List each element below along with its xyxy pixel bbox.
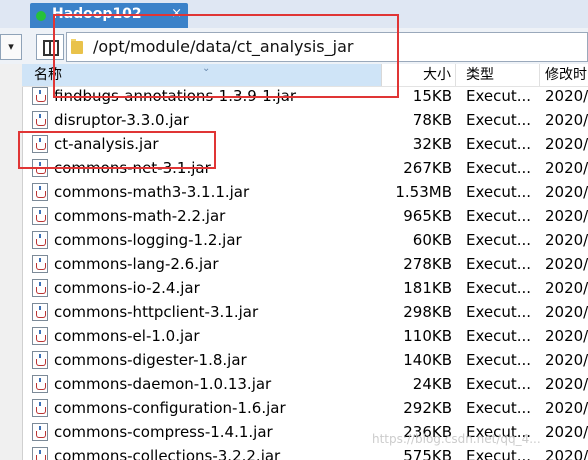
left-scrollbar[interactable] [0, 64, 23, 460]
file-modified: 2020/ [545, 399, 588, 417]
java-jar-icon [32, 447, 48, 460]
java-jar-icon [32, 375, 48, 393]
file-type: Execut... [466, 399, 532, 417]
file-modified: 2020/ [545, 327, 588, 345]
file-name: commons-httpclient-3.1.jar [54, 303, 259, 321]
file-row[interactable]: commons-daemon-1.0.13.jar 24KB Execut... 20… [22, 372, 588, 396]
file-modified: 2020/ [545, 375, 588, 393]
file-size: 575KB [403, 447, 452, 460]
file-type: Execut... [466, 207, 532, 225]
highlight-ct-analysis-box [18, 131, 216, 169]
dropdown-arrow-icon[interactable]: ▾ [0, 34, 22, 60]
file-type: Execut... [466, 351, 532, 369]
file-name: commons-lang-2.6.jar [54, 255, 219, 273]
file-name: commons-logging-1.2.jar [54, 231, 242, 249]
java-jar-icon [32, 303, 48, 321]
file-name: commons-math3-3.1.1.jar [54, 183, 250, 201]
file-name: commons-math-2.2.jar [54, 207, 226, 225]
java-jar-icon [32, 207, 48, 225]
java-jar-icon [32, 87, 48, 105]
file-name: commons-el-1.0.jar [54, 327, 200, 345]
file-modified: 2020/ [545, 111, 588, 129]
file-row[interactable]: commons-el-1.0.jar 110KB Execut... 2020/ [22, 324, 588, 348]
file-type: Execut... [466, 447, 532, 460]
column-header-modified[interactable]: 修改时 [540, 64, 588, 86]
java-jar-icon [32, 279, 48, 297]
connected-status-icon [36, 11, 46, 21]
file-type: Execut... [466, 375, 532, 393]
file-type: Execut... [466, 327, 532, 345]
file-name: commons-configuration-1.6.jar [54, 399, 286, 417]
file-modified: 2020/ [545, 351, 588, 369]
file-row[interactable]: commons-io-2.4.jar 181KB Execut... 2020/ [22, 276, 588, 300]
file-size: 32KB [412, 135, 452, 153]
file-size: 24KB [412, 375, 452, 393]
file-size: 110KB [403, 327, 452, 345]
file-row[interactable]: commons-lang-2.6.jar 278KB Execut... 2020/ [22, 252, 588, 276]
file-name: commons-io-2.4.jar [54, 279, 200, 297]
file-row[interactable]: commons-configuration-1.6.jar 292KB Execut… [22, 396, 588, 420]
file-size: 60KB [412, 231, 452, 249]
file-type: Execut... [466, 231, 532, 249]
file-type: Execut... [466, 279, 532, 297]
file-size: 292KB [403, 399, 452, 417]
file-name: commons-daemon-1.0.13.jar [54, 375, 272, 393]
file-row[interactable]: commons-digester-1.8.jar 140KB Execut... 20… [22, 348, 588, 372]
file-modified: 2020/ [545, 207, 588, 225]
file-size: 267KB [403, 159, 452, 177]
java-jar-icon [32, 231, 48, 249]
file-modified: 2020/ [545, 255, 588, 273]
java-jar-icon [32, 327, 48, 345]
file-size: 278KB [403, 255, 452, 273]
file-row[interactable]: commons-logging-1.2.jar 60KB Execut... 2020… [22, 228, 588, 252]
file-row[interactable]: disruptor-3.3.0.jar 78KB Execut... 2020/ [22, 108, 588, 132]
file-type: Execut... [466, 255, 532, 273]
file-modified: 2020/ [545, 87, 588, 105]
java-jar-icon [32, 399, 48, 417]
file-size: 298KB [403, 303, 452, 321]
file-type: Execut... [466, 135, 532, 153]
file-name: commons-collections-3.2.2.jar [54, 447, 281, 460]
left-panel-edge [0, 64, 23, 460]
highlight-path-box [53, 14, 399, 98]
file-modified: 2020/ [545, 303, 588, 321]
java-jar-icon [32, 351, 48, 369]
file-row[interactable]: commons-collections-3.2.2.jar 575KB Execut… [22, 444, 588, 460]
file-size: 1.53MB [395, 183, 452, 201]
file-modified: 2020/ [545, 423, 588, 441]
file-modified: 2020/ [545, 159, 588, 177]
file-modified: 2020/ [545, 447, 588, 460]
file-row[interactable]: commons-httpclient-3.1.jar 298KB Execut...… [22, 300, 588, 324]
column-header-type[interactable]: 类型 [456, 64, 540, 86]
file-type: Execut... [466, 183, 532, 201]
file-name: commons-compress-1.4.1.jar [54, 423, 273, 441]
java-jar-icon [32, 255, 48, 273]
file-type: Execut... [466, 111, 532, 129]
file-size: 140KB [403, 351, 452, 369]
file-size: 181KB [403, 279, 452, 297]
file-size: 965KB [403, 207, 452, 225]
java-jar-icon [32, 423, 48, 441]
file-type: Execut... [466, 87, 532, 105]
java-jar-icon [32, 183, 48, 201]
file-modified: 2020/ [545, 231, 588, 249]
watermark: https://blog.csdn.net/qq_4... [372, 432, 541, 446]
file-modified: 2020/ [545, 183, 588, 201]
file-type: Execut... [466, 303, 532, 321]
file-name: disruptor-3.3.0.jar [54, 111, 189, 129]
file-modified: 2020/ [545, 279, 588, 297]
java-jar-icon [32, 111, 48, 129]
file-row[interactable]: commons-math3-3.1.1.jar 1.53MB Execut... 20… [22, 180, 588, 204]
file-type: Execut... [466, 159, 532, 177]
file-modified: 2020/ [545, 135, 588, 153]
file-name: commons-digester-1.8.jar [54, 351, 247, 369]
file-row[interactable]: commons-math-2.2.jar 965KB Execut... 2020/ [22, 204, 588, 228]
file-size: 78KB [412, 111, 452, 129]
